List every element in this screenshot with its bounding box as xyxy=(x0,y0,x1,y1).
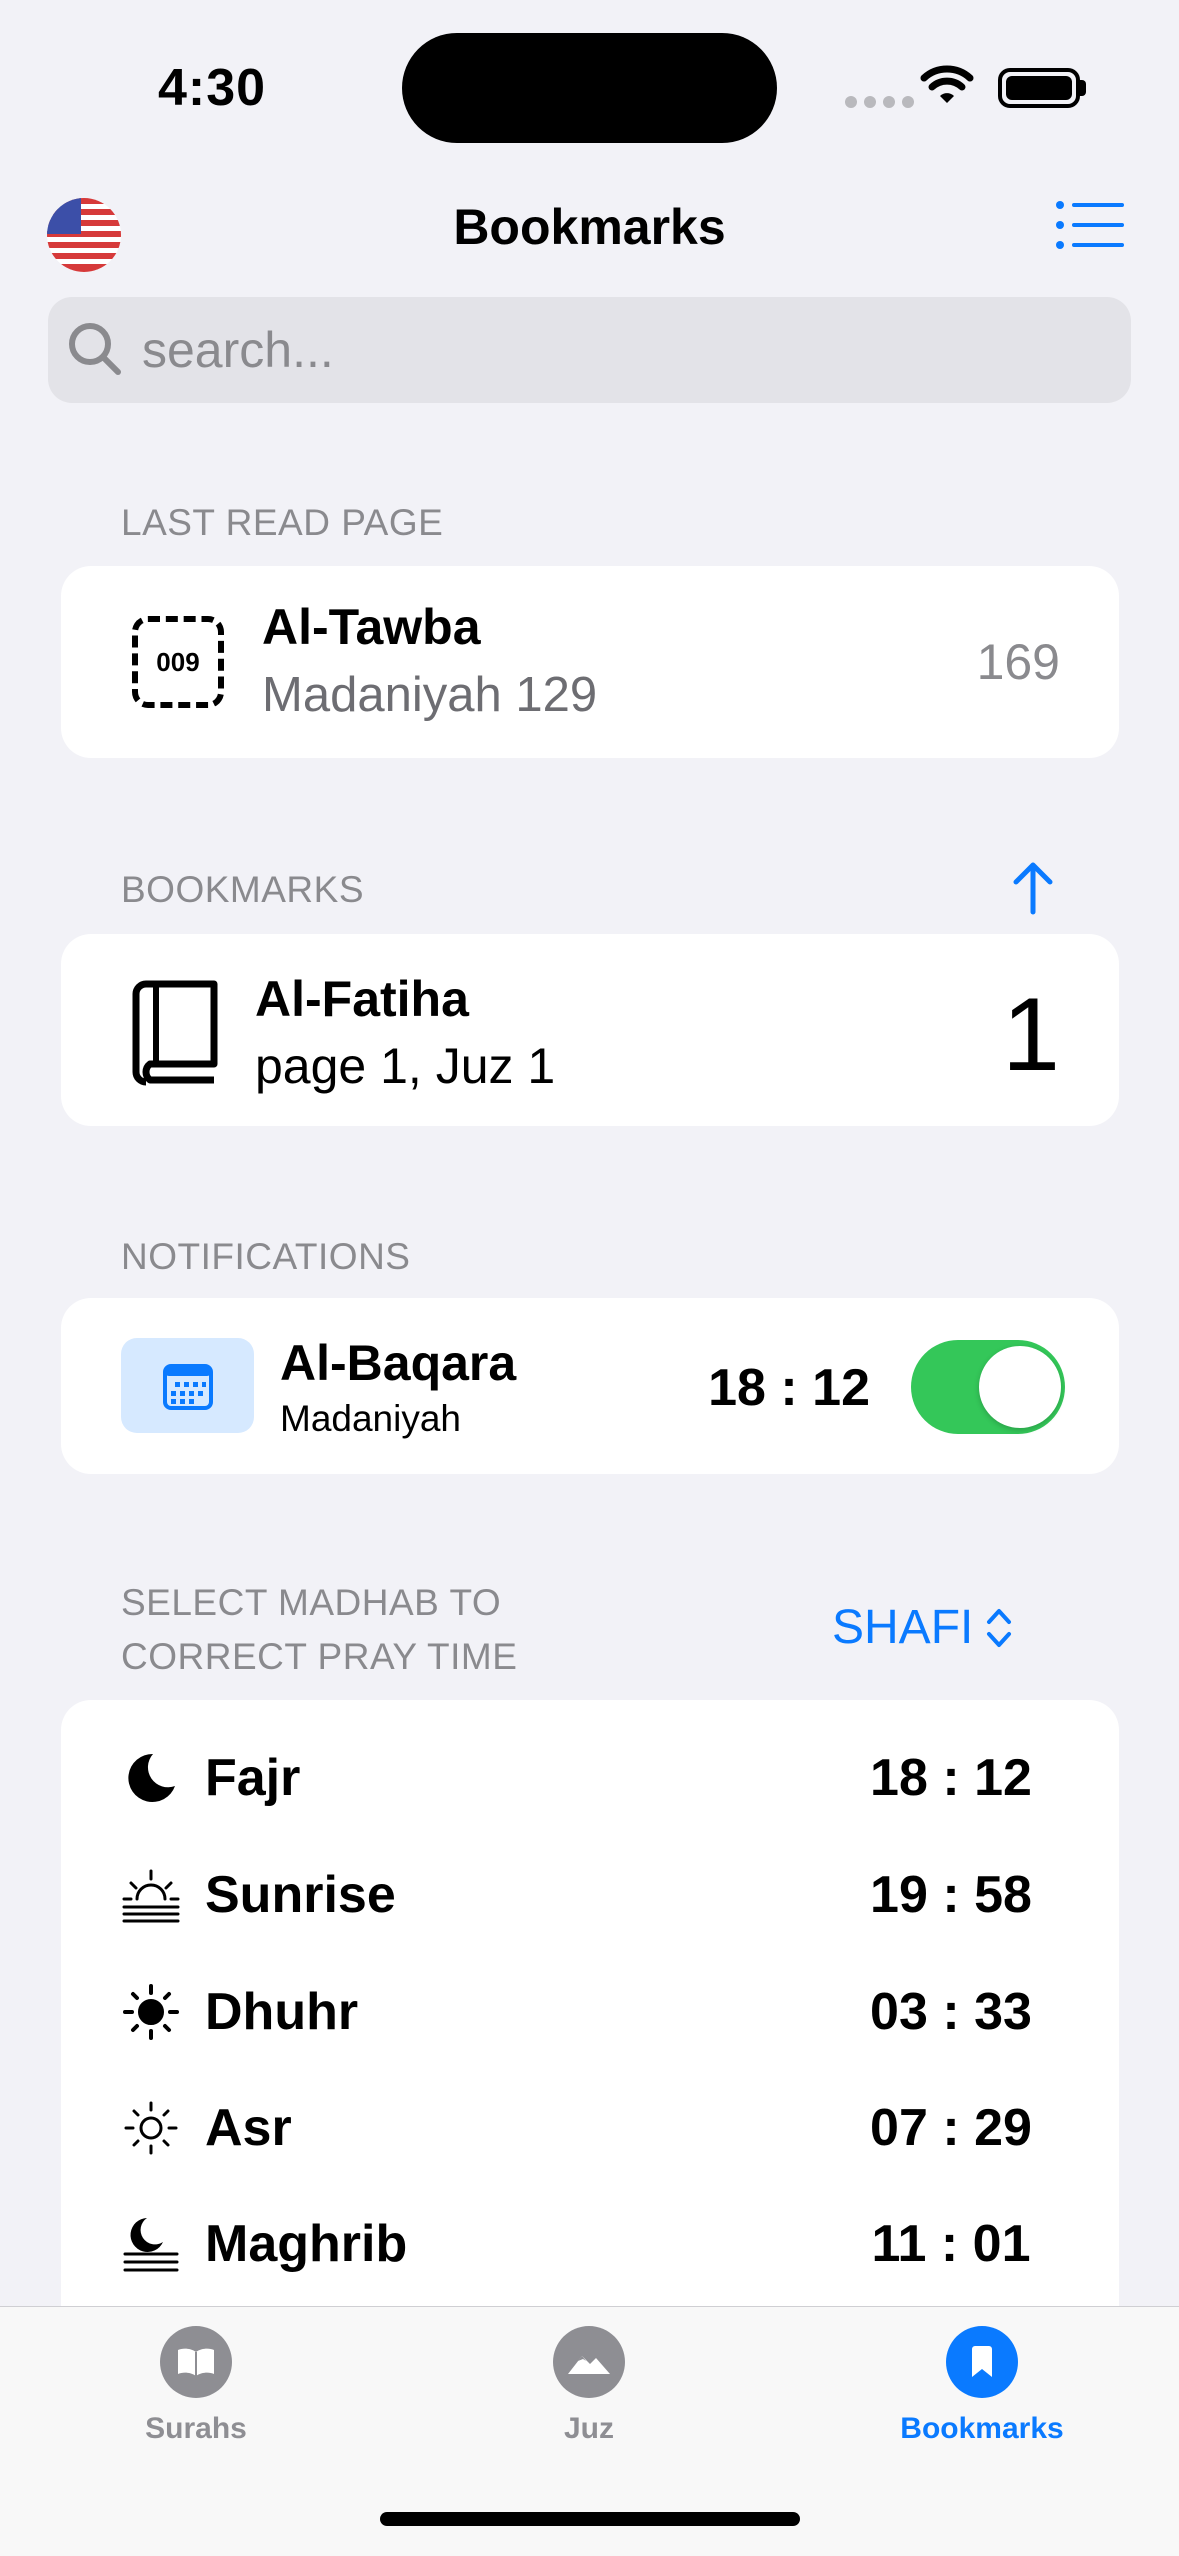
prayer-name: Sunrise xyxy=(205,1866,396,1924)
battery-cap xyxy=(1080,80,1086,96)
madhab-label-line1: SELECT MADHAB TO xyxy=(121,1582,502,1623)
tab-bookmarks[interactable]: Bookmarks xyxy=(862,2326,1102,2446)
prayer-time: 11 : 01 xyxy=(871,2215,1031,2273)
prayer-name: Maghrib xyxy=(205,2215,408,2273)
sun-outline-icon xyxy=(121,2098,181,2158)
tab-label: Surahs xyxy=(145,2412,247,2445)
sunrise-icon xyxy=(121,1865,181,1925)
home-indicator xyxy=(380,2512,800,2526)
prayer-row-sunrise: Sunrise 19 : 58 xyxy=(121,1850,1051,1940)
prayer-name: Asr xyxy=(205,2099,292,2157)
moon-icon xyxy=(121,1748,181,1808)
bookmarks-section-label: BOOKMARKS xyxy=(121,869,364,910)
sun-filled-icon xyxy=(121,1982,181,2042)
status-time: 4:30 xyxy=(158,59,267,117)
moon-haze-icon xyxy=(121,2214,181,2274)
search-icon xyxy=(68,322,124,383)
bookmark-number: 1 xyxy=(1002,977,1060,1093)
search-input[interactable] xyxy=(142,318,1042,382)
surah-number-badge: 009 xyxy=(132,616,224,708)
tab-juz[interactable]: Juz xyxy=(469,2326,709,2446)
madhab-picker[interactable]: SHAFI xyxy=(832,1600,1013,1655)
page-title: Bookmarks xyxy=(453,199,726,255)
book-open-icon xyxy=(160,2326,232,2398)
prayer-row-maghrib: Maghrib 11 : 01 xyxy=(121,2199,1051,2289)
prayer-row-asr: Asr 07 : 29 xyxy=(121,2083,1051,2173)
last-read-surah: Al-Tawba xyxy=(262,599,481,655)
notification-time: 18 : 12 xyxy=(708,1359,870,1417)
wifi-icon xyxy=(920,62,974,111)
prayer-row-fajr: Fajr 18 : 12 xyxy=(121,1733,1051,1823)
bookmark-surah: Al-Fatiha xyxy=(255,971,469,1027)
tab-label: Bookmarks xyxy=(900,2412,1064,2445)
bookmark-subtitle: page 1, Juz 1 xyxy=(255,1038,556,1094)
bookmark-icon xyxy=(946,2326,1018,2398)
last-read-page: 169 xyxy=(976,634,1060,690)
prayer-name: Fajr xyxy=(205,1749,301,1807)
prayer-name: Dhuhr xyxy=(205,1983,359,2041)
chevron-up-down-icon xyxy=(987,1608,1012,1647)
prayer-time: 03 : 33 xyxy=(870,1983,1032,2041)
book-icon xyxy=(130,978,220,1091)
prayer-time: 19 : 58 xyxy=(870,1866,1032,1924)
sort-arrow-up-icon[interactable] xyxy=(1008,860,1058,921)
tab-label: Juz xyxy=(563,2412,614,2445)
notification-subtitle: Madaniyah xyxy=(280,1398,462,1439)
tab-surahs[interactable]: Surahs xyxy=(76,2326,316,2446)
cellular-signal-icon xyxy=(845,96,914,108)
mountain-icon xyxy=(553,2326,625,2398)
madhab-label-line2: CORRECT PRAY TIME xyxy=(121,1636,518,1677)
prayer-time: 18 : 12 xyxy=(870,1749,1032,1807)
battery-icon xyxy=(998,68,1080,108)
calendar-icon xyxy=(121,1338,254,1433)
last-read-section-label: LAST READ PAGE xyxy=(121,502,444,543)
last-read-subtitle: Madaniyah 129 xyxy=(262,668,598,722)
madhab-selected: SHAFI xyxy=(832,1601,974,1654)
toggle-knob xyxy=(979,1346,1061,1428)
prayer-row-dhuhr: Dhuhr 03 : 33 xyxy=(121,1967,1051,2057)
notification-surah: Al-Baqara xyxy=(280,1335,517,1391)
notifications-section-label: NOTIFICATIONS xyxy=(121,1236,411,1277)
madhab-section-label: SELECT MADHAB TO CORRECT PRAY TIME xyxy=(121,1576,641,1684)
dynamic-island xyxy=(402,33,777,143)
list-icon[interactable] xyxy=(1056,200,1124,255)
prayer-time: 07 : 29 xyxy=(870,2099,1032,2157)
